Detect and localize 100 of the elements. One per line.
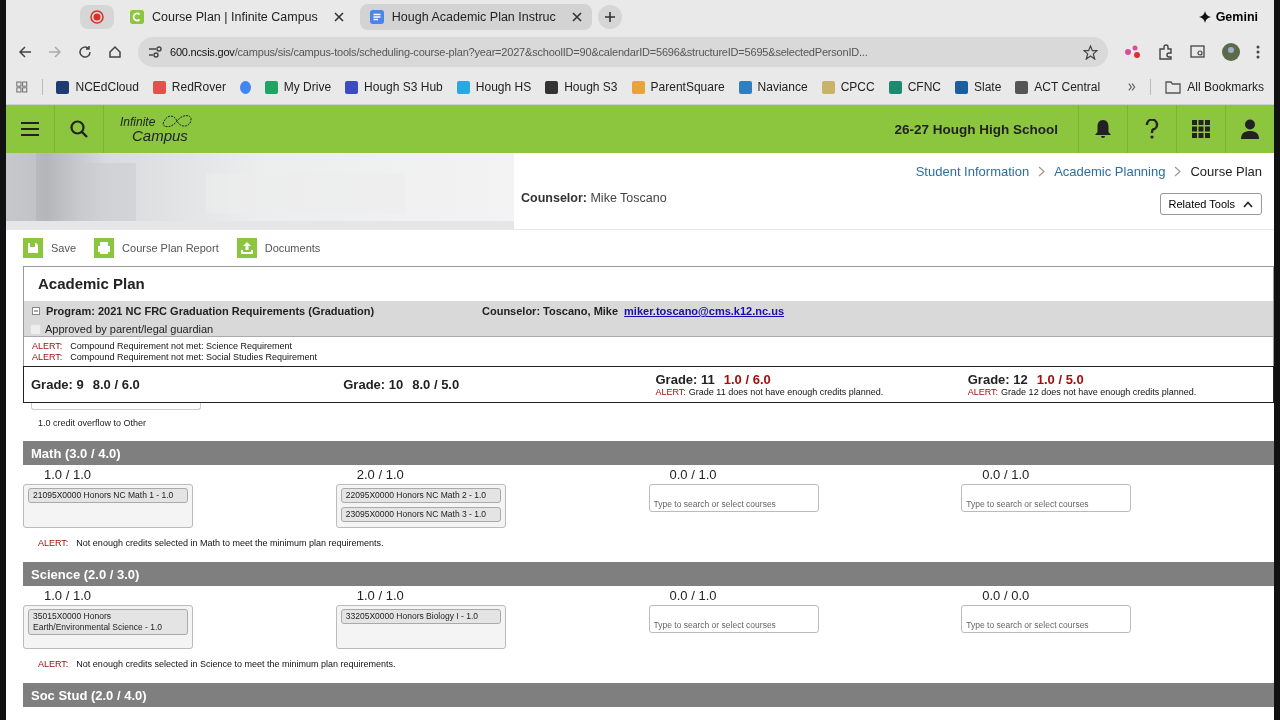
toolbar-button[interactable]: Documents [236,236,321,260]
bookmark[interactable]: ACT Central [1015,80,1101,94]
program-name: Program: 2021 NC FRC Graduation Requirements (Graduation) [46,305,376,317]
upload-icon [236,238,257,258]
grade-credits: 8.0 / 6.0 [92,377,140,392]
column-credits: 1.0 / 1.0 [355,588,405,605]
address-bar[interactable]: 600.ncsis.gov/campus/sis/campus-tools/scheduling-course-plan?year=2027&schoolID=90&calendarID=5696&structureID=5695&selectedPersonID... [138,37,1108,67]
record-tab[interactable] [80,5,114,29]
search-icon [70,120,88,138]
grade-label: Grade: 9 [31,377,84,392]
school-name[interactable]: 26-27 Hough High School [894,121,1058,137]
breadcrumb-link[interactable]: Academic Planning [1054,164,1166,179]
bookmark-icon[interactable] [239,80,251,94]
column-credits: 0.0 / 0.0 [981,588,1031,605]
alert-label: ALERT: [32,352,63,363]
column-credits: 0.0 / 1.0 [981,467,1031,484]
record-icon [90,10,104,24]
counselor-text: Counselor: Mike Toscano [521,191,667,205]
tab-search-icon[interactable] [1190,45,1206,59]
breadcrumb-link[interactable]: Student Information [915,164,1030,179]
course-search-field[interactable]: Type to search or select courses [648,605,819,633]
alert-text: Compound Requirement not met: Science Requirement [70,341,292,352]
breadcrumb-current: Course Plan [1190,164,1262,179]
course-list[interactable]: 22095X0000 Honors NC Math 2 - 1.0 23095X0000 Honors NC Math 3 - 1.0 [335,484,506,528]
all-bookmarks-button[interactable]: All Bookmarks [1165,80,1264,94]
star-icon[interactable] [1083,44,1098,60]
chevrons-icon[interactable] [1128,82,1137,92]
folder-icon [1165,80,1182,94]
bookmark[interactable]: CFNC [888,80,941,94]
plan-title: Academic Plan [37,274,146,294]
related-tools-button[interactable]: Related Tools [1159,193,1262,215]
bookmark[interactable]: RedRover [152,80,226,94]
printer-icon [94,238,115,258]
puzzle-icon[interactable] [1158,44,1174,60]
close-icon[interactable] [571,12,582,22]
sparkle-icon [1198,11,1211,23]
course-list[interactable]: 35015X0000 Honors Earth/Environmental Science - 1.0 [23,605,193,649]
course-search-field[interactable]: Type to search or select courses [648,484,819,512]
chevron-icon [1174,166,1182,177]
course-chip[interactable]: 35015X0000 Honors Earth/Environmental Science - 1.0 [28,609,188,635]
bookmark[interactable]: Hough S3 Hub [345,80,443,94]
bookmark[interactable]: My Drive [264,80,332,94]
column-credits: 2.0 / 1.0 [355,467,405,484]
collapse-toggle[interactable] [32,307,40,315]
bookmark[interactable]: NCEdCloud [56,80,139,94]
course-chip[interactable]: 33205X0000 Honors Biology I - 1.0 [340,609,501,624]
alert-label: ALERT: [38,538,69,549]
close-icon[interactable] [333,12,344,22]
site-settings-icon[interactable] [148,46,162,58]
column-credits: 1.0 / 1.0 [43,467,92,484]
help-icon [1145,119,1159,139]
bookmark[interactable]: CPCC [821,80,875,94]
email-link[interactable]: miker.toscano@cms.k12.nc.us [624,305,784,317]
menu-icon[interactable] [1256,45,1260,59]
reload-icon[interactable] [78,45,92,59]
alert-text: Not enough credits selected in Math to meet the minimum plan requirements. [76,538,384,549]
subject-title: Math (3.0 / 4.0) [31,445,121,461]
gemini-button[interactable]: Gemini [1192,9,1264,25]
grade-label: Grade: 12 [967,371,1028,387]
checkbox[interactable] [30,323,41,335]
column-credits: 0.0 / 1.0 [668,467,718,484]
new-tab-button[interactable] [597,5,622,29]
home-icon[interactable] [108,45,122,59]
course-chip[interactable]: 22095X0000 Honors NC Math 2 - 1.0 [340,488,501,503]
course-chip[interactable]: 23095X0000 Honors NC Math 3 - 1.0 [340,507,501,522]
bookmark[interactable]: Slate [955,80,1002,94]
bookmark[interactable]: Naviance [738,80,808,94]
avatar-icon[interactable] [1222,43,1240,61]
column-credits: 1.0 / 1.0 [43,588,92,605]
grade-credits: 1.0 / 6.0 [723,371,771,387]
user-icon [1241,119,1259,139]
grade-label: Grade: 11 [655,371,715,387]
bookmark[interactable]: Hough S3 [545,80,618,94]
course-chip[interactable]: 21095X0000 Honors NC Math 1 - 1.0 [28,488,188,503]
course-list[interactable]: 21095X0000 Honors NC Math 1 - 1.0 [23,484,193,528]
caret-icon [1243,200,1253,208]
save-icon [23,238,43,258]
course-search-field[interactable]: Type to search or select courses [961,605,1132,633]
course-list[interactable]: 33205X0000 Honors Biology I - 1.0 [335,605,506,649]
checkbox-label: Approved by parent/legal guardian [45,323,214,335]
apps-icon[interactable] [16,80,28,94]
course-search-field[interactable]: Type to search or select courses [961,484,1132,512]
chevron-icon [1038,166,1046,177]
browser-tab[interactable]: Hough Academic Plan Instruc [359,4,592,30]
toolbar-button[interactable]: Save [23,236,77,260]
extension-icon[interactable] [1124,44,1142,60]
subject-title: Soc Stud (2.0 / 4.0) [31,687,147,703]
document-icon [369,10,384,24]
grade-label: Grade: 10 [343,377,404,392]
alert-text: Grade 11 does not have enough credits planned. [688,386,884,398]
back-icon[interactable] [18,45,32,59]
overflow-note: 1.0 credit overflow to Other [38,418,148,428]
logo-text: Infinite [120,115,156,128]
grade-credits: 8.0 / 5.0 [412,377,460,392]
bookmark[interactable]: ParentSquare [631,80,725,94]
grid-icon [1192,120,1210,138]
bookmark[interactable]: Hough HS [456,80,532,94]
alert-text: Grade 12 does not have enough credits planned. [1001,386,1197,398]
logo-text: Campus [131,127,188,143]
toolbar-button[interactable]: Course Plan Report [94,236,219,260]
